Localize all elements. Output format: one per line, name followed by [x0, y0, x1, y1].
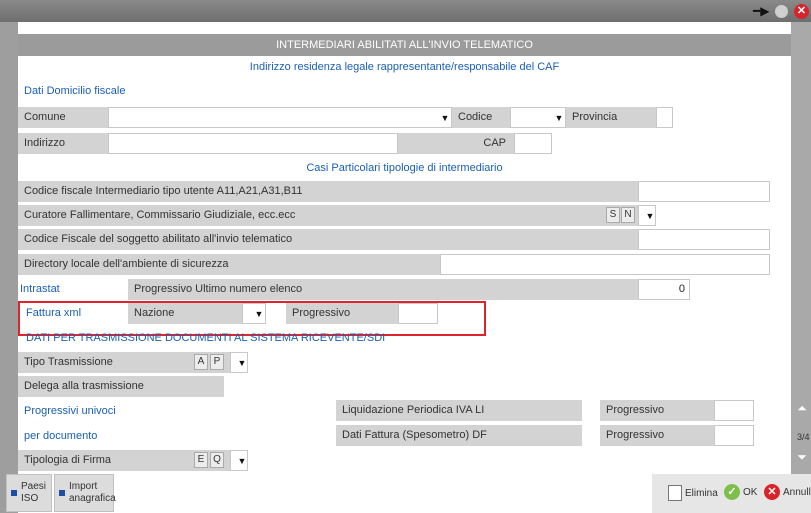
domicilio-section-title: Dati Domicilio fiscale: [24, 85, 126, 97]
scroll-down-icon[interactable]: ⏷: [795, 450, 809, 464]
delega-label: Delega alla trasmissione: [18, 376, 224, 397]
check-icon: ✓: [724, 484, 740, 500]
curatore-option-n[interactable]: N: [621, 207, 635, 223]
directory-input[interactable]: [440, 254, 770, 275]
ok-label: OK: [743, 486, 758, 498]
annulla-button[interactable]: ✕ Annull: [764, 484, 811, 500]
cap-label: CAP: [398, 133, 514, 154]
ok-button[interactable]: ✓ OK: [724, 484, 757, 500]
df-progressivo-label: Progressivo: [600, 425, 714, 446]
import-anagrafica-label: Import anagrafica: [69, 481, 116, 505]
indirizzo-label: Indirizzo: [18, 133, 108, 154]
provincia-input[interactable]: [656, 107, 673, 128]
import-anagrafica-button[interactable]: Import anagrafica: [54, 474, 116, 512]
elimina-button[interactable]: Elimina: [668, 485, 718, 501]
import-line1: Import: [69, 481, 98, 492]
annulla-label: Annull: [783, 486, 811, 498]
indirizzo-input[interactable]: [108, 133, 398, 154]
lipe-progressivo-input[interactable]: [714, 400, 754, 421]
progressivi-label-2: per documento: [24, 430, 98, 442]
trash-icon: [668, 485, 682, 501]
lipe-progressivo-label: Progressivo: [600, 400, 714, 421]
window-titlebar: [0, 0, 811, 22]
progressivi-label-1: Progressivi univoci: [24, 405, 116, 417]
cf-soggetto-label: Codice Fiscale del soggetto abilitato al…: [18, 229, 638, 250]
trasmissione-section-title: DATI PER TRASMISSIONE DOCUMENTI AL SISTE…: [26, 332, 386, 344]
cf-intermediario-label: Codice fiscale Intermediario tipo utente…: [18, 181, 638, 202]
curatore-dropdown-icon[interactable]: ▼: [643, 208, 657, 224]
cap-input[interactable]: [514, 133, 552, 154]
window-controls: ━▶ ✕: [753, 2, 811, 20]
square-icon: [11, 490, 17, 496]
left-border: [0, 22, 18, 513]
form-title: INTERMEDIARI ABILITATI ALL'INVIO TELEMAT…: [18, 34, 791, 56]
tipo-trasmissione-option-a[interactable]: A: [194, 354, 208, 370]
circle-icon[interactable]: [775, 4, 788, 18]
paesi-line2: ISO: [21, 493, 39, 504]
codice-dropdown-icon[interactable]: ▼: [552, 110, 566, 126]
casi-section-title: Casi Particolari tipologie di intermedia…: [306, 162, 503, 174]
firma-option-q[interactable]: Q: [210, 452, 224, 468]
highlight-box: [18, 301, 486, 336]
page-indicator: 3/4: [797, 432, 810, 442]
paesi-iso-button[interactable]: Paesi ISO: [6, 474, 52, 512]
pin-icon[interactable]: ━▶: [753, 5, 769, 17]
curatore-option-s[interactable]: S: [606, 207, 620, 223]
intrastat-label: Intrastat: [20, 283, 60, 295]
paesi-iso-label: Paesi ISO: [21, 481, 46, 505]
provincia-label: Provincia: [566, 107, 656, 128]
codice-label: Codice: [452, 107, 510, 128]
tipo-trasmissione-option-p[interactable]: P: [210, 354, 224, 370]
tipo-trasmissione-dropdown-icon[interactable]: ▼: [235, 355, 249, 371]
firma-dropdown-icon[interactable]: ▼: [235, 453, 249, 469]
cf-intermediario-input[interactable]: [638, 181, 770, 202]
curatore-label: Curatore Fallimentare, Commissario Giudi…: [18, 205, 638, 226]
cf-soggetto-input[interactable]: [638, 229, 770, 250]
square-icon: [59, 490, 65, 496]
paesi-line1: Paesi: [21, 481, 47, 492]
elimina-label: Elimina: [685, 487, 718, 499]
directory-label: Directory locale dell'ambiente di sicure…: [18, 254, 440, 275]
scroll-up-icon[interactable]: ⏶: [795, 401, 809, 415]
close-icon: ✕: [764, 484, 780, 500]
form-subtitle: Indirizzo residenza legale rappresentant…: [249, 61, 560, 73]
comune-label: Comune: [18, 107, 108, 128]
lipe-label: Liquidazione Periodica IVA LI: [336, 400, 582, 421]
intrastat-progressivo-input[interactable]: 0: [638, 279, 690, 300]
comune-dropdown-icon[interactable]: ▼: [438, 110, 452, 126]
df-label: Dati Fattura (Spesometro) DF: [336, 425, 582, 446]
import-line2: anagrafica: [69, 493, 116, 504]
close-icon[interactable]: ✕: [794, 3, 809, 19]
comune-input[interactable]: [108, 107, 452, 128]
firma-option-e[interactable]: E: [194, 452, 208, 468]
intrastat-progressivo-label: Progressivo Ultimo numero elenco: [128, 279, 638, 300]
df-progressivo-input[interactable]: [714, 425, 754, 446]
